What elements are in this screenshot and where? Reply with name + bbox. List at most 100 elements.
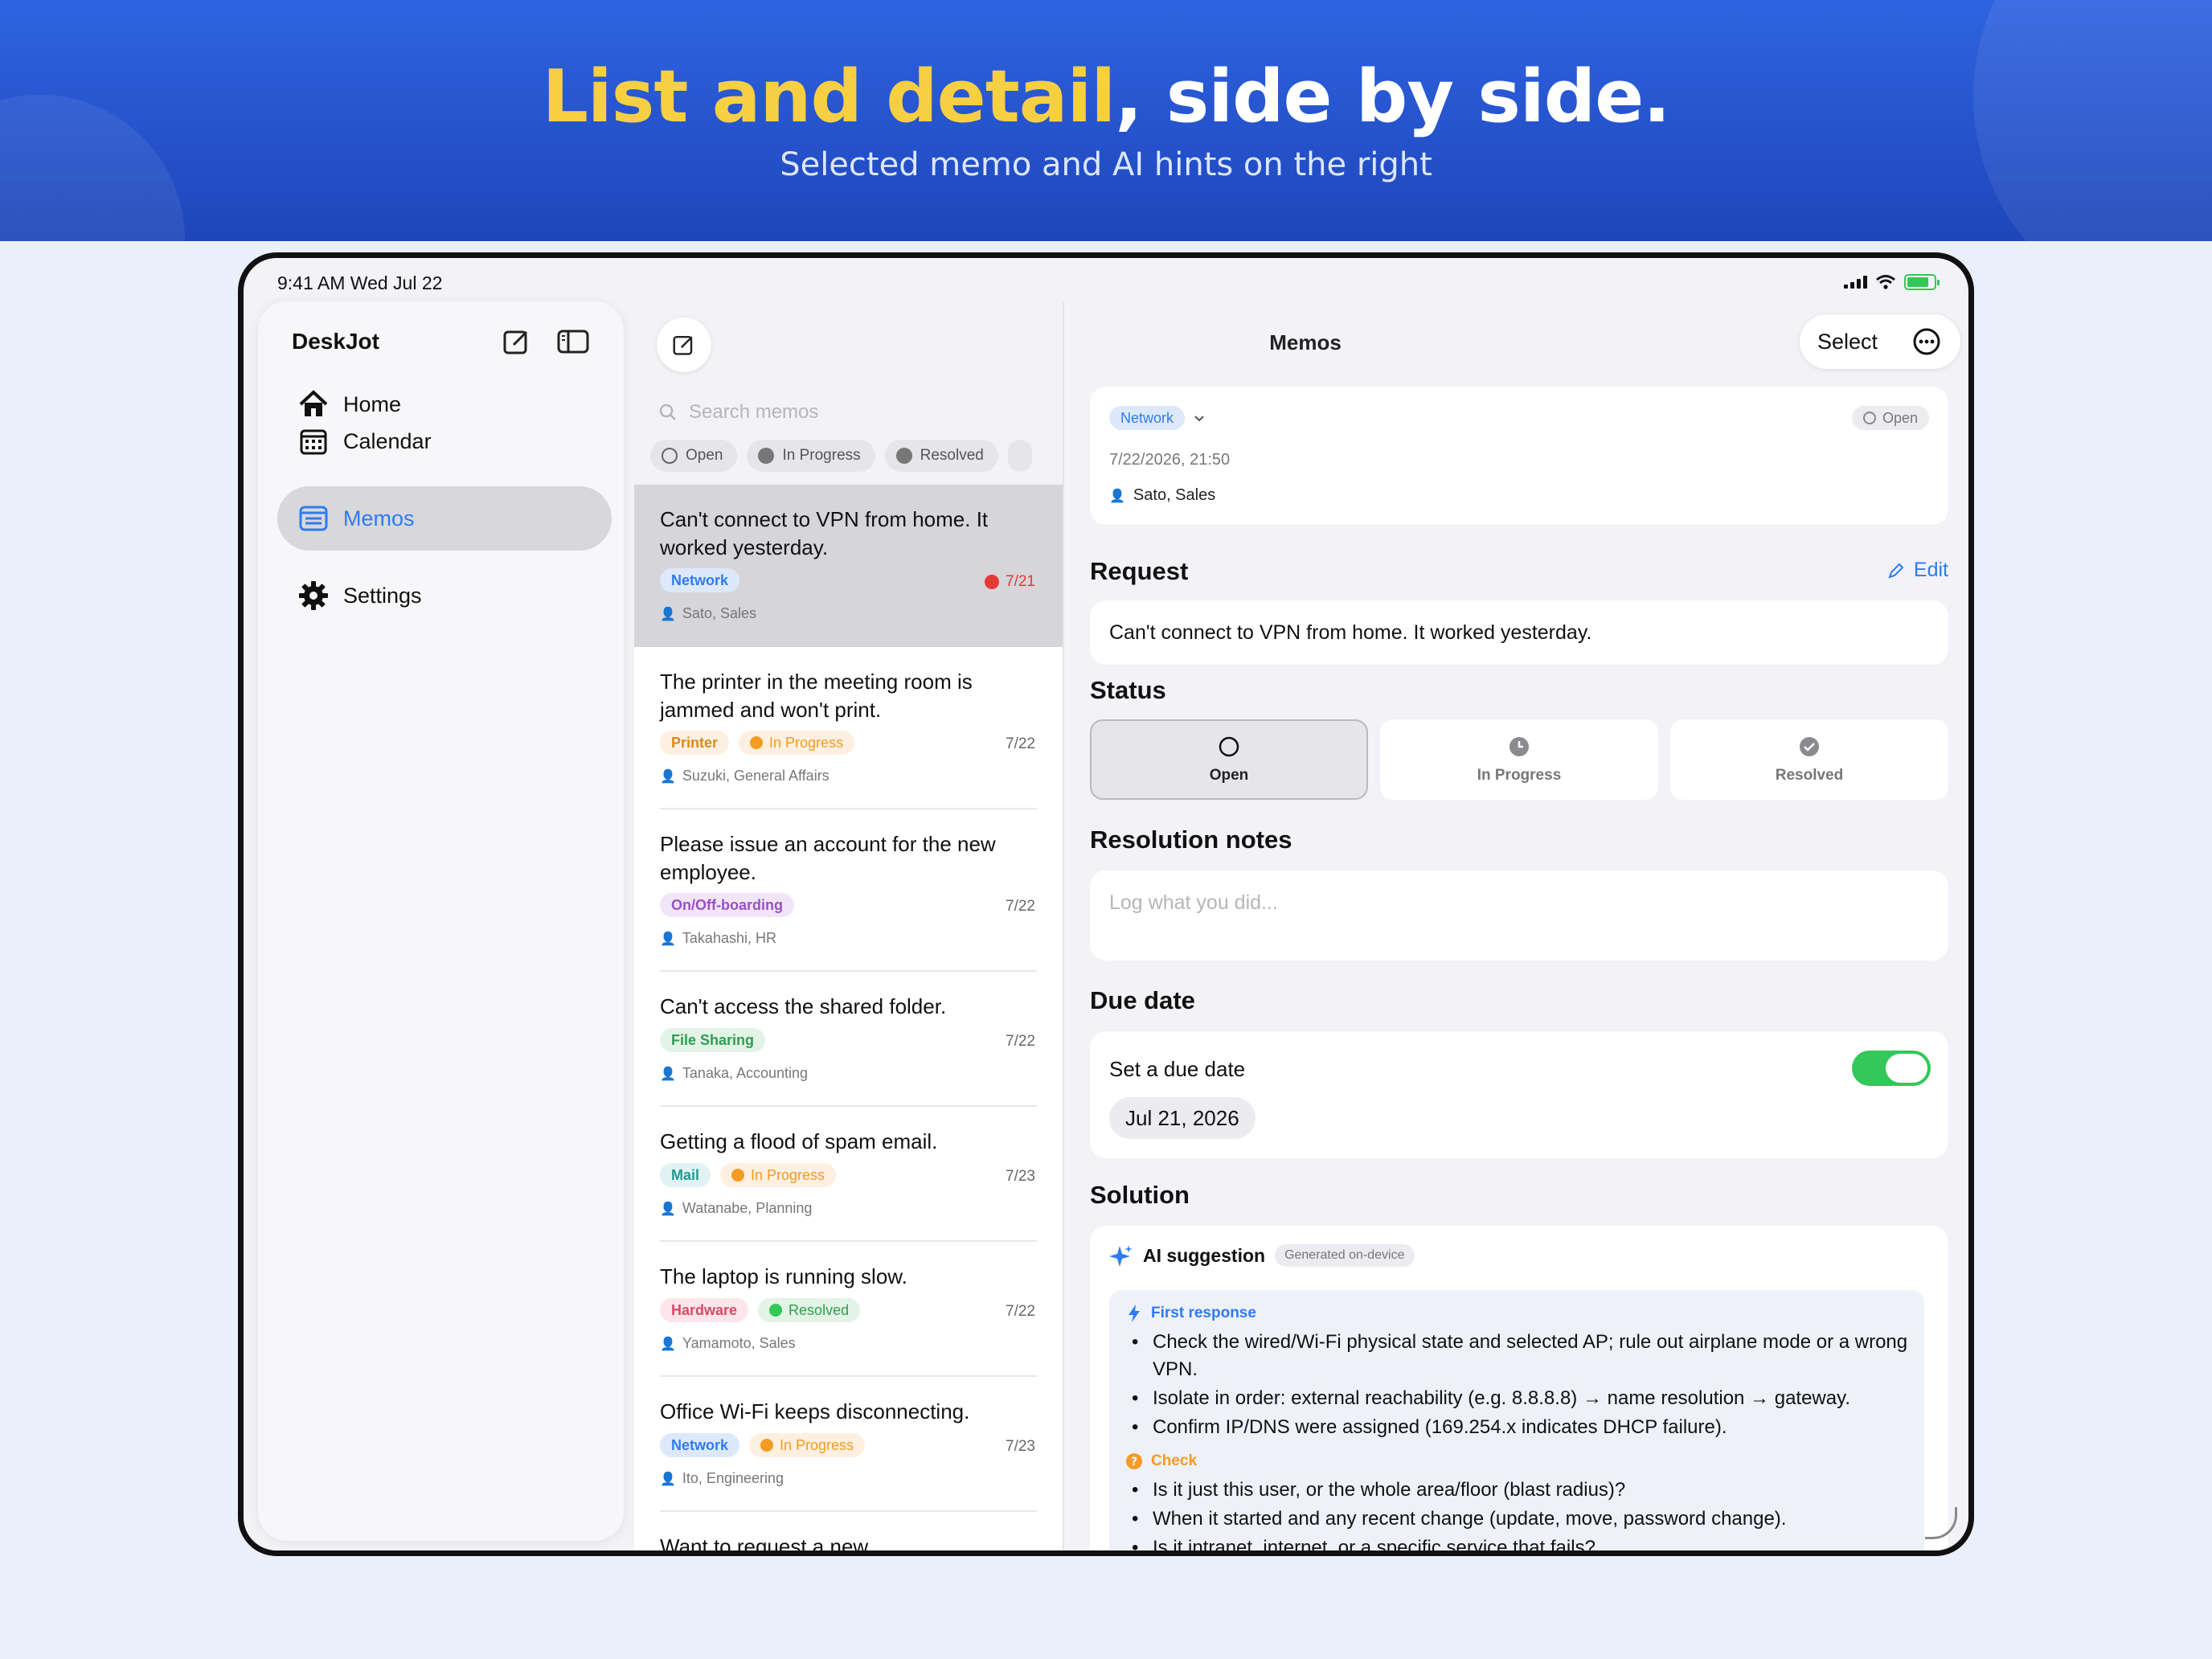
status-option-label: In Progress [1477,767,1562,784]
clock-icon [760,1439,774,1452]
category-tag: Hardware [660,1298,749,1322]
category-tag: Network [1109,406,1186,430]
first-response-title: First response [1151,1305,1256,1321]
person-icon: 👤 [1109,489,1125,503]
memo-title: Getting a flood of spam email. [660,1129,938,1153]
new-memo-button[interactable] [657,317,711,372]
resolution-notes-input[interactable]: Log what you did... [1090,870,1948,961]
ai-suggestion-content: First response Check the wired/Wi-Fi phy… [1109,1290,1924,1550]
status-option-label: Resolved [1775,767,1844,784]
overdue-alert-icon [985,575,1000,589]
status-heading: Status [1090,676,1166,704]
battery-icon [1904,274,1940,290]
memo-title: Can't connect to VPN from home. It worke… [660,507,989,559]
wifi-icon [1876,275,1895,289]
gear-icon [297,579,330,612]
sidebar-item-calendar[interactable]: Calendar [277,409,612,473]
check-item: Is it intranet, internet, or a specific … [1129,1534,1908,1550]
sidebar: DeskJot Home Calendar Memos Settings [258,301,624,1541]
category-tag: On/Off-boarding [660,893,794,917]
due-date-label: Set a due date [1109,1057,1246,1081]
memo-tags: On/Off-boarding [660,893,794,917]
question-icon: ? [1125,1452,1143,1470]
memo-date: 7/21 [985,573,1035,591]
due-date-picker[interactable]: Jul 21, 2026 [1109,1097,1256,1139]
category-tag: Network [660,568,740,592]
more-options-icon[interactable] [1911,326,1942,357]
compose-icon [673,335,693,355]
memo-person: 👤 Watanabe, Planning [660,1200,812,1217]
status-bar: 9:41 AM Wed Jul 22 [244,258,1968,303]
status-text: In Progress [769,734,844,751]
list-item[interactable]: The printer in the meeting room is jamme… [634,647,1063,809]
select-toolbar: Select [1800,314,1960,369]
status-text: In Progress [751,1166,825,1183]
list-item-selected[interactable]: Can't connect to VPN from home. It worke… [634,485,1063,647]
list-item[interactable]: Want to request a new [634,1512,1063,1550]
headline: List and detail, side by side. [0,55,2212,139]
person-icon: 👤 [660,1202,676,1216]
sidebar-item-settings[interactable]: Settings [277,563,612,628]
status-filter-chips: Open In Progress Resolved [650,440,1032,472]
first-response-item: Check the wired/Wi-Fi physical state and… [1129,1329,1908,1383]
ai-suggestion-header: AI suggestion Generated on-device [1109,1243,1415,1268]
notes-placeholder: Log what you did... [1109,891,1278,914]
status-option-open[interactable]: Open [1090,719,1368,800]
memo-title: Office Wi-Fi keeps disconnecting. [660,1399,970,1423]
memo-date: 7/22 [1006,735,1035,752]
memo-title: Can't access the shared folder. [660,994,947,1018]
filter-chip-more[interactable] [1007,440,1032,472]
clock-icon [750,736,764,749]
clock-icon [758,448,775,464]
due-date-toggle[interactable] [1852,1051,1931,1086]
filter-chip-in-progress[interactable]: In Progress [747,440,875,472]
person-icon: 👤 [660,1472,676,1486]
person-text: Watanabe, Planning [682,1200,813,1216]
search-input[interactable]: Search memos [658,396,1044,428]
sidebar-item-memos[interactable]: Memos [277,486,612,551]
select-button[interactable]: Select [1817,330,1878,354]
sidebar-toggle-icon[interactable] [555,324,591,359]
person-icon: 👤 [660,607,676,621]
resolution-notes-heading: Resolution notes [1090,825,1292,854]
memo-title: The laptop is running slow. [660,1264,907,1288]
edit-button[interactable]: Edit [1886,559,1948,582]
status-option-resolved[interactable]: Resolved [1670,719,1948,800]
headline-rest: , side by side. [1115,55,1670,139]
list-toolbar: Search memos Open In Progress Resolved [634,301,1063,485]
list-item[interactable]: Can't access the shared folder. File Sha… [634,972,1063,1107]
memo-tags: Printer In Progress [660,731,855,755]
check-circle-icon [769,1304,783,1317]
clock-icon [731,1169,745,1182]
compose-icon[interactable] [499,324,535,359]
memo-person: 👤 Ito, Engineering [660,1470,784,1487]
filter-chip-open[interactable]: Open [650,440,738,472]
open-circle-icon [662,448,678,464]
list-item[interactable]: Please issue an account for the new empl… [634,809,1063,972]
category-picker[interactable]: Network [1109,406,1207,430]
person-text: Suzuki, General Affairs [682,768,830,784]
list-item[interactable]: Getting a flood of spam email. Mail In P… [634,1107,1063,1242]
person-icon: 👤 [660,769,676,784]
solution-heading: Solution [1090,1181,1190,1209]
on-device-badge: Generated on-device [1275,1244,1415,1267]
request-card: Can't connect to VPN from home. It worke… [1090,600,1948,665]
chevron-down-icon [1194,416,1204,422]
memo-person: 👤 Takahashi, HR [660,930,776,947]
category-tag: Network [660,1433,740,1457]
filter-chip-resolved[interactable]: Resolved [884,440,998,472]
check-item: Is it just this user, or the whole area/… [1129,1477,1908,1504]
clock-icon [1509,737,1529,756]
sidebar-item-label: Settings [343,583,422,608]
request-text: Can't connect to VPN from home. It worke… [1109,621,1592,644]
status-badge: Resolved [758,1298,861,1322]
list-item[interactable]: The laptop is running slow. Hardware Res… [634,1242,1063,1377]
status-option-in-progress[interactable]: In Progress [1380,719,1658,800]
status-text: Open [1882,409,1918,426]
sparkle-icon [1109,1245,1133,1267]
memo-person: 👤 Sato, Sales [1109,486,1215,505]
list-item[interactable]: Office Wi-Fi keeps disconnecting. Networ… [634,1377,1063,1512]
status-badge: In Progress [720,1163,837,1187]
person-icon: 👤 [660,1337,676,1351]
status-badge: Open [1851,406,1929,430]
